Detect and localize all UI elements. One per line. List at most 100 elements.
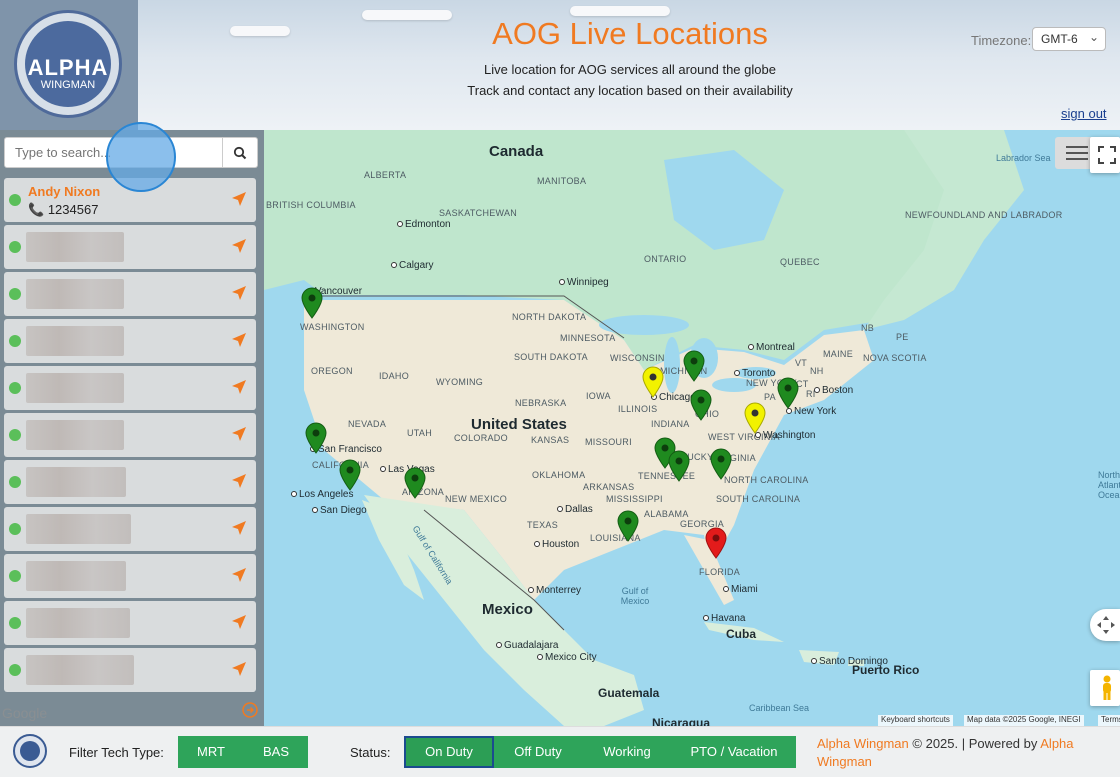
send-icon[interactable] [231, 614, 247, 630]
send-icon[interactable] [231, 285, 247, 301]
green-location-pin[interactable] [776, 377, 800, 409]
redacted-name [26, 420, 124, 450]
send-icon[interactable] [231, 191, 247, 207]
fullscreen-button[interactable] [1090, 137, 1120, 173]
green-location-pin[interactable] [667, 450, 691, 482]
technician-item[interactable] [4, 366, 256, 410]
sign-out-link[interactable]: sign out [1061, 106, 1107, 121]
map-pan-control[interactable] [1090, 609, 1120, 641]
street-view-pegman[interactable] [1090, 670, 1120, 706]
red-location-pin[interactable] [704, 527, 728, 559]
status-dot [9, 476, 21, 488]
send-icon[interactable] [231, 379, 247, 395]
airplane-decor [230, 26, 290, 36]
region-label: OREGON [311, 366, 353, 376]
green-location-pin[interactable] [338, 459, 362, 491]
green-location-pin[interactable] [300, 287, 324, 319]
status-dot [9, 194, 21, 206]
technician-item[interactable] [4, 554, 256, 598]
tech-type-filter-group: MRT BAS [178, 736, 308, 768]
send-icon[interactable] [231, 661, 247, 677]
filter-tech-type-label: Filter Tech Type: [69, 745, 164, 760]
city-label: Montreal [748, 342, 795, 353]
technician-item[interactable] [4, 272, 256, 316]
technician-item[interactable] [4, 225, 256, 269]
status-pto-vacation-button[interactable]: PTO / Vacation [672, 736, 796, 768]
country-label: Nicaragua [652, 716, 711, 726]
technician-item[interactable] [4, 601, 256, 645]
copyright-text: Alpha Wingman © 2025. | Powered by Alpha… [817, 735, 1107, 771]
keyboard-shortcuts-link[interactable]: Keyboard shortcuts [878, 715, 953, 726]
city-label: Edmonton [397, 219, 451, 230]
yellow-location-pin[interactable] [743, 402, 767, 434]
technician-name: Andy Nixon [28, 184, 101, 199]
status-on-duty-button[interactable]: On Duty [404, 736, 494, 768]
status-label: Status: [350, 745, 391, 760]
region-label: IOWA [586, 391, 611, 401]
send-icon[interactable] [231, 426, 247, 442]
status-working-button[interactable]: Working [582, 736, 672, 768]
region-label: SOUTH CAROLINA [716, 494, 801, 504]
country-label: Cuba [726, 627, 756, 641]
pegman-icon [1103, 675, 1111, 700]
region-label: ILLINOIS [618, 404, 658, 414]
status-off-duty-button[interactable]: Off Duty [494, 736, 582, 768]
region-label: PE [896, 332, 909, 342]
city-label: Houston [534, 539, 579, 550]
send-icon[interactable] [231, 567, 247, 583]
header: ALPHA WINGMAN AOG Live Locations Live lo… [0, 0, 1120, 130]
send-icon[interactable] [231, 238, 247, 254]
send-icon[interactable] [231, 520, 247, 536]
technician-sidebar: Andy Nixon 📞 1234567 Google [0, 130, 264, 726]
technician-item[interactable] [4, 507, 256, 551]
green-location-pin[interactable] [616, 510, 640, 542]
green-location-pin[interactable] [304, 422, 328, 454]
touch-indicator [106, 122, 176, 192]
status-dot [9, 664, 21, 676]
page-subtitle-line2: Track and contact any location based on … [467, 83, 793, 98]
filter-bas-button[interactable]: BAS [244, 736, 308, 768]
redacted-name [26, 326, 124, 356]
map-view[interactable]: Canada United States Mexico Cuba Guatema… [264, 130, 1120, 726]
status-dot [9, 570, 21, 582]
status-dot [9, 335, 21, 347]
send-icon[interactable] [231, 332, 247, 348]
city-label: Guadalajara [496, 640, 558, 651]
timezone-value: GMT-6 [1041, 32, 1078, 46]
green-location-pin[interactable] [689, 389, 713, 421]
filter-footer: Filter Tech Type: MRT BAS Status: On Dut… [0, 726, 1120, 777]
copyright-org-link[interactable]: Alpha Wingman [817, 736, 909, 751]
city-label: Toronto [734, 368, 775, 379]
technician-item[interactable] [4, 648, 256, 692]
alpha-wingman-small-logo [13, 734, 47, 768]
city-label: Havana [703, 613, 745, 624]
technician-item[interactable] [4, 460, 256, 504]
technician-item[interactable] [4, 319, 256, 363]
filter-mrt-button[interactable]: MRT [178, 736, 244, 768]
green-location-pin[interactable] [709, 448, 733, 480]
city-label: Boston [814, 385, 853, 396]
status-dot [9, 523, 21, 535]
terms-link[interactable]: Terms [1098, 715, 1120, 726]
green-location-pin[interactable] [403, 467, 427, 499]
google-watermark: Google [2, 705, 48, 721]
scroll-arrow-icon[interactable] [242, 702, 258, 718]
redacted-name [26, 561, 126, 591]
status-dot [9, 429, 21, 441]
region-label: BRITISH COLUMBIA [266, 200, 356, 210]
region-label: KANSAS [531, 435, 570, 445]
city-label: Calgary [391, 260, 433, 271]
yellow-location-pin[interactable] [641, 366, 665, 398]
city-label: San Diego [312, 505, 367, 516]
copyright-body: © 2025. | Powered by [908, 736, 1041, 751]
menu-icon-line [1066, 158, 1088, 160]
search-button[interactable] [223, 137, 258, 168]
redacted-name [26, 373, 124, 403]
status-filter-group: On Duty Off Duty Working PTO / Vacation [404, 736, 796, 768]
green-location-pin[interactable] [682, 350, 706, 382]
technician-item[interactable] [4, 413, 256, 457]
send-icon[interactable] [231, 473, 247, 489]
region-label: UTAH [407, 428, 433, 438]
timezone-select[interactable]: GMT-6 ⌄ [1032, 27, 1106, 51]
redacted-name [26, 655, 134, 685]
